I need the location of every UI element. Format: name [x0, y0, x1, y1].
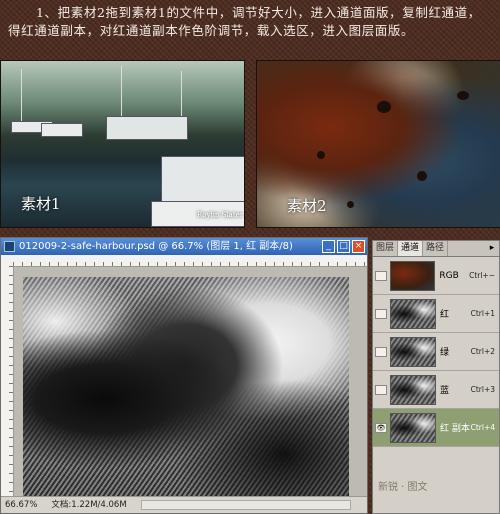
channel-thumbnail: [390, 374, 436, 405]
boat: [41, 123, 83, 137]
visibility-toggle[interactable]: [375, 384, 387, 395]
channel-shortcut: Ctrl+4: [470, 423, 495, 432]
eye-visibility-icon[interactable]: 👁: [375, 422, 387, 433]
texture-speck: [347, 201, 354, 208]
visibility-toggle[interactable]: [375, 270, 387, 281]
boat-mast: [21, 69, 22, 129]
channel-shortcut: Ctrl+1: [470, 309, 495, 318]
document-window[interactable]: 012009-2-safe-harbour.psd @ 66.7% (图层 1,…: [0, 237, 368, 514]
boat: [106, 116, 188, 140]
tab-paths[interactable]: 路径: [423, 241, 449, 256]
photo-2-label: 素材2: [287, 197, 327, 215]
texture-speck: [377, 101, 391, 113]
channel-thumbnail: [390, 412, 436, 443]
channel-name: 红 副本: [440, 424, 470, 434]
tab-channels[interactable]: 通道: [398, 241, 424, 256]
channel-row[interactable]: RGB Ctrl+~: [373, 257, 499, 295]
texture-speck: [317, 151, 325, 159]
channels-panel[interactable]: 图层 通道 路径 ▸ RGB Ctrl+~ 红 Ctrl+1 绿 Ctrl+2 蓝 Ctrl+…: [372, 240, 500, 514]
channel-thumbnail: [389, 260, 436, 291]
document-size[interactable]: 文档:1.22M/4.06M: [51, 497, 126, 513]
horizontal-ruler[interactable]: [13, 255, 367, 267]
channel-list: RGB Ctrl+~ 红 Ctrl+1 绿 Ctrl+2 蓝 Ctrl+3 👁 红 副本 Ctrl+…: [373, 257, 499, 447]
horizontal-scrollbar[interactable]: [140, 500, 351, 510]
visibility-toggle[interactable]: [375, 346, 387, 357]
channel-name: 绿: [440, 348, 450, 358]
channel-row[interactable]: 红 Ctrl+1: [373, 295, 499, 333]
channel-shortcut: Ctrl+3: [470, 385, 495, 394]
minimize-button[interactable]: _: [322, 240, 335, 253]
channel-name: RGB: [439, 270, 459, 281]
watermark: 新锐 · 图文: [378, 482, 428, 493]
channel-name: 红: [440, 310, 450, 320]
channel-row[interactable]: 👁 红 副本 Ctrl+4: [373, 409, 499, 447]
channel-name: 蓝: [440, 386, 450, 396]
panel-menu-icon[interactable]: ▸: [485, 241, 499, 256]
close-button[interactable]: ×: [352, 240, 365, 253]
panel-tabs: 图层 通道 路径 ▸: [373, 241, 499, 257]
canvas-area[interactable]: [14, 267, 367, 499]
channel-row[interactable]: 绿 Ctrl+2: [373, 333, 499, 371]
photo-credit: Roylin Slater: [197, 211, 244, 219]
photoshop-document-icon: [4, 241, 15, 252]
instruction-text: 1、把素材2拖到素材1的文件中，调节好大小，进入通道面版，复制红通道，得红通道副…: [8, 5, 481, 38]
channel-thumbnail: [390, 336, 436, 367]
texture-speck: [417, 171, 427, 181]
vertical-ruler[interactable]: [1, 266, 14, 496]
maximize-button[interactable]: □: [337, 240, 350, 253]
document-status-bar: 66.67% 文档:1.22M/4.06M: [1, 496, 367, 513]
tab-layers[interactable]: 图层: [373, 241, 399, 256]
source-photo-2: 素材2: [256, 60, 500, 228]
photo-1-label: 素材1: [21, 195, 61, 213]
channel-shortcut: Ctrl+2: [470, 347, 495, 356]
visibility-toggle[interactable]: [375, 308, 387, 319]
document-title: 012009-2-safe-harbour.psd @ 66.7% (图层 1,…: [19, 241, 293, 252]
channel-row[interactable]: 蓝 Ctrl+3: [373, 371, 499, 409]
channel-shortcut: Ctrl+~: [469, 271, 495, 280]
source-photo-1: 素材1 Roylin Slater: [0, 60, 245, 228]
document-title-bar[interactable]: 012009-2-safe-harbour.psd @ 66.7% (图层 1,…: [1, 238, 367, 255]
zoom-level[interactable]: 66.67%: [5, 497, 37, 513]
channel-thumbnail: [390, 298, 436, 329]
texture-speck: [457, 91, 469, 100]
image-canvas[interactable]: [23, 277, 349, 499]
